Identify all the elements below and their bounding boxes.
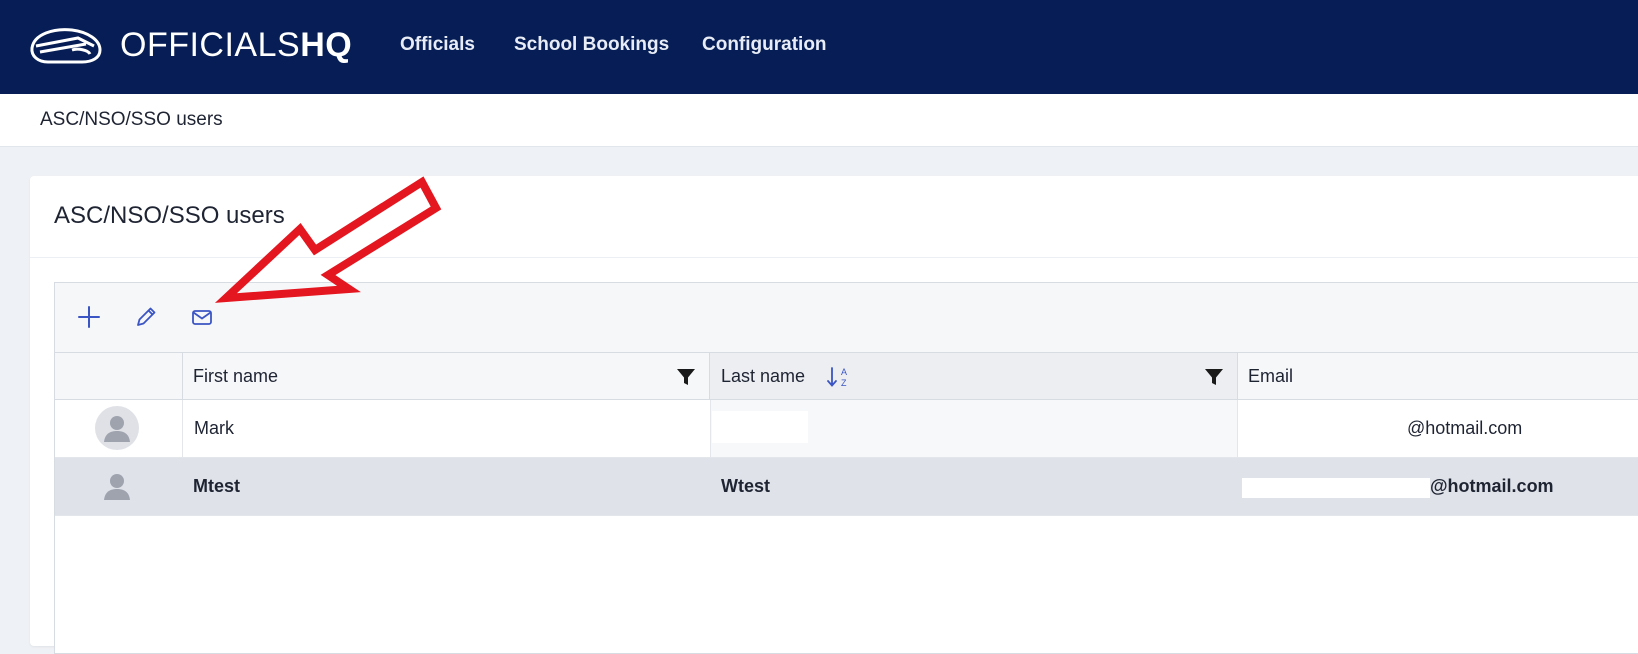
column-header-label: Last name: [721, 366, 806, 386]
table-row[interactable]: Mtest Wtest @hotmail.com: [55, 458, 1638, 516]
breadcrumb-bar: ASC/NSO/SSO users: [0, 94, 1638, 147]
nav-officials[interactable]: Officials: [400, 34, 475, 56]
avatar-cell: [55, 400, 182, 457]
filter-icon[interactable]: [1204, 367, 1224, 387]
redacted-email-prefix: [1242, 478, 1430, 498]
pencil-icon: [137, 307, 156, 326]
card-divider: [30, 257, 1638, 258]
nav-school-bookings[interactable]: School Bookings: [514, 34, 669, 56]
grid-toolbar: [55, 283, 1638, 353]
breadcrumb: ASC/NSO/SSO users: [40, 109, 223, 130]
plus-icon: [78, 306, 100, 328]
first-name-value: Mark: [194, 418, 234, 438]
email-cell: @hotmail.com: [1237, 458, 1638, 515]
column-header-first-name[interactable]: First name: [182, 353, 710, 399]
table-row[interactable]: Mark @hotmail.com: [55, 400, 1638, 458]
email-value: @hotmail.com: [1430, 476, 1554, 496]
brand-name-light: OFFICIALS: [120, 26, 301, 64]
column-header-last-name[interactable]: Last name A Z: [710, 353, 1238, 399]
first-name-cell: Mark: [182, 400, 710, 457]
email-value: @hotmail.com: [1407, 418, 1523, 438]
avatar: [95, 464, 139, 508]
column-header-avatar: [55, 353, 183, 399]
email-button[interactable]: [188, 303, 216, 331]
email-cell: @hotmail.com: [1237, 400, 1638, 457]
user-icon: [104, 416, 130, 442]
column-header-label: Email: [1248, 366, 1294, 386]
redacted-last-name: [712, 411, 808, 443]
grid-header-row: First name Last name A Z Email: [55, 353, 1638, 400]
last-name-value: Wtest: [721, 476, 770, 496]
edit-button[interactable]: [132, 303, 160, 331]
sort-ascending-icon[interactable]: A Z: [826, 365, 852, 389]
first-name-cell: Mtest: [182, 458, 709, 515]
svg-text:Z: Z: [841, 378, 847, 388]
filter-icon[interactable]: [676, 367, 696, 387]
user-icon: [104, 474, 130, 500]
avatar-cell: [55, 458, 182, 515]
svg-text:A: A: [841, 367, 847, 377]
page-title: ASC/NSO/SSO users: [54, 202, 285, 229]
add-button[interactable]: [75, 303, 103, 331]
last-name-cell: [710, 400, 1238, 457]
helmet-logo-icon[interactable]: [28, 24, 104, 68]
nav-configuration[interactable]: Configuration: [702, 34, 827, 56]
top-navigation-bar: OFFICIALSHQ Officials School Bookings Co…: [0, 0, 1638, 94]
column-header-label: First name: [193, 366, 279, 386]
last-name-cell: Wtest: [710, 458, 1237, 515]
column-header-email[interactable]: Email: [1237, 353, 1638, 399]
first-name-value: Mtest: [193, 476, 241, 496]
envelope-icon: [192, 310, 212, 325]
avatar: [95, 406, 139, 450]
brand-name[interactable]: OFFICIALSHQ: [120, 26, 352, 65]
users-card: ASC/NSO/SSO users First name Last name A…: [30, 176, 1638, 654]
users-grid: First name Last name A Z Email Mark @hot…: [54, 282, 1638, 654]
brand-name-bold: HQ: [300, 26, 353, 64]
